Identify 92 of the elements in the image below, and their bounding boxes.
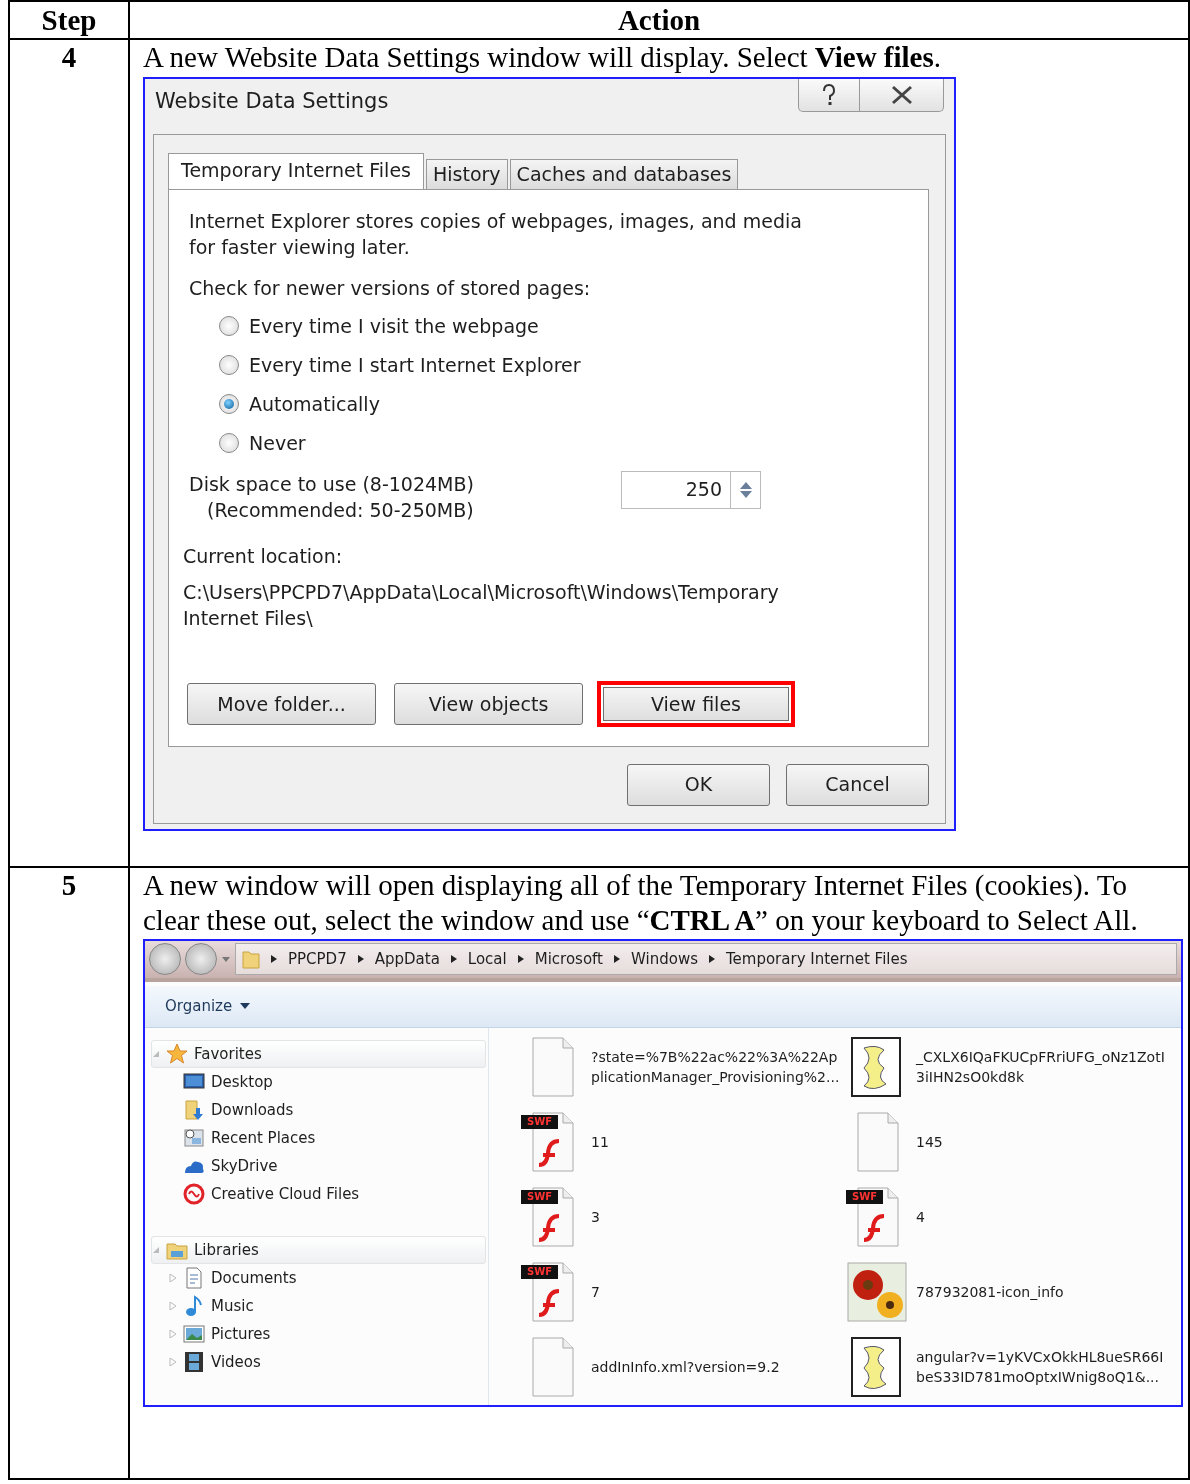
file-name: 145	[916, 1133, 943, 1153]
chevron-icon	[707, 954, 716, 965]
file-name: ?state=%7B%22ac%22%3A%22ApplicationManager_Provisioning%2...	[591, 1048, 841, 1088]
dialog-button[interactable]: View files	[597, 680, 795, 727]
chevron-icon	[613, 954, 621, 965]
file-name: _CXLX6IQaFKUCpFRriUFG_oNz1ZotI3iIHN2sO0kd8k	[916, 1048, 1166, 1088]
file-name: addInInfo.xml?version=9.2	[591, 1358, 780, 1378]
flower-image-icon	[846, 1261, 908, 1324]
music-note-icon	[183, 1294, 205, 1317]
chevron-icon	[356, 954, 365, 965]
file-name: 4	[916, 1208, 925, 1228]
hint-text: (Recommended: 50-250MB)	[206, 497, 475, 523]
chevron-icon	[516, 954, 525, 965]
file-item[interactable]: 145	[846, 1104, 1171, 1180]
breadcrumb-link[interactable]: Temporary Internet Files	[725, 950, 908, 969]
help-icon	[821, 82, 837, 107]
dialog-button[interactable]: View objects	[394, 682, 583, 725]
radio-option[interactable]: Every time I visit the webpage	[219, 306, 928, 346]
nav-item[interactable]: Videos	[151, 1347, 488, 1376]
radio-option[interactable]: Automatically	[219, 384, 928, 424]
step-number: 4	[61, 41, 77, 73]
radio-option[interactable]: Never	[219, 423, 928, 463]
field-label: Disk space to use (8-1024MB)	[189, 471, 475, 497]
file-item[interactable]: angular?v=1yKVCxOkkHL8ueSR66IbeS33ID781moOptxIWnig8oQ1&...	[846, 1329, 1171, 1405]
nav-section[interactable]: Favorites	[151, 1039, 486, 1068]
column-header: Step	[9, 1, 129, 39]
file-name: 3	[591, 1208, 600, 1228]
step-number: 5	[61, 869, 77, 901]
file-item[interactable]: 787932081-icon_info	[846, 1254, 1171, 1330]
nav-item[interactable]: Creative Cloud Files	[151, 1179, 488, 1208]
file-name: angular?v=1yKVCxOkkHL8ueSR66IbeS33ID781moOptxIWnig8oQ1&...	[916, 1348, 1165, 1388]
nav-item[interactable]: Desktop	[151, 1067, 488, 1096]
picture-icon	[183, 1322, 205, 1345]
file-name: 11	[591, 1133, 609, 1153]
window-title: Website Data Settings	[155, 88, 389, 114]
forward-button[interactable]	[185, 943, 217, 976]
column-header: Action	[129, 1, 1189, 39]
breadcrumb-link[interactable]: Windows	[631, 950, 698, 969]
up-arrow-icon	[739, 481, 752, 489]
file-type-label: SWF	[846, 1190, 884, 1205]
path-text: C:\Users\PPCPD7\AppData\Local\Microsoft\Windows\Temporary Internet Files\	[183, 579, 780, 631]
group-label: Check for newer versions of stored pages:	[189, 275, 592, 301]
nav-item[interactable]: Pictures	[151, 1319, 488, 1348]
down-arrow-icon	[739, 490, 752, 498]
star-icon	[166, 1042, 188, 1065]
file-item[interactable]: addInInfo.xml?version=9.2	[521, 1329, 846, 1405]
nav-item[interactable]: Downloads	[151, 1095, 488, 1124]
close-icon	[890, 84, 913, 105]
clock-window-icon	[183, 1126, 205, 1149]
file-name: 7	[591, 1283, 600, 1303]
swirl-logo-icon	[183, 1182, 205, 1205]
number-spinner[interactable]: 250	[621, 470, 761, 509]
file-item[interactable]: ?state=%7B%22ac%22%3A%22ApplicationManager_Provisioning%2...	[521, 1029, 846, 1105]
breadcrumb-link[interactable]: Local	[467, 950, 507, 969]
breadcrumb-link[interactable]: PPCPD7	[288, 950, 347, 969]
file-type-label: SWF	[521, 1190, 559, 1205]
dialog-button[interactable]: Cancel	[786, 763, 929, 806]
file-item[interactable]: SWF 4	[846, 1179, 1171, 1255]
breadcrumb-link[interactable]: Microsoft	[534, 950, 603, 969]
chevron-icon	[270, 954, 278, 965]
dialog-button[interactable]: OK	[627, 763, 770, 806]
nav-item[interactable]: SkyDrive	[151, 1151, 488, 1180]
file-item[interactable]: SWF 3	[521, 1179, 846, 1255]
instruction-text: A new Website Data Settings window will display. Select View files.	[143, 40, 942, 75]
file-name: 787932081-icon_info	[916, 1283, 1064, 1303]
back-button[interactable]	[149, 943, 181, 976]
caret-icon	[240, 1003, 251, 1010]
description-text: Internet Explorer stores copies of webpages, images, and media for faster viewing later.	[189, 208, 803, 260]
dialog-button[interactable]: Move folder...	[187, 682, 376, 725]
chevron-icon	[449, 954, 458, 965]
film-strip-icon	[183, 1350, 205, 1373]
instruction-text: A new window will open displaying all of the Temporary Internet Files (cookies). To clear these out, select the window and use “CTRL A” on your keyboard to Select All.	[143, 868, 1139, 938]
nav-section[interactable]: Libraries	[151, 1235, 486, 1264]
file-item[interactable]: SWF 11	[521, 1104, 846, 1180]
file-type-label: SWF	[521, 1265, 559, 1280]
file-item[interactable]: _CXLX6IQaFKUCpFRriUFG_oNz1ZotI3iIHN2sO0kd8k	[846, 1029, 1171, 1105]
tab[interactable]: History	[426, 159, 508, 189]
organize-button[interactable]: Organize	[165, 997, 251, 1016]
tab[interactable]: Temporary Internet Files	[168, 153, 424, 190]
tab[interactable]: Caches and databases	[509, 159, 739, 189]
document-icon	[183, 1266, 205, 1289]
field-label: Current location:	[183, 543, 344, 569]
nav-item[interactable]: Recent Places	[151, 1123, 488, 1152]
folder-icon	[242, 949, 260, 970]
file-item[interactable]: SWF 7	[521, 1254, 846, 1330]
radio-option[interactable]: Every time I start Internet Explorer	[219, 345, 928, 385]
file-type-label: SWF	[521, 1115, 559, 1130]
nav-item[interactable]: Documents	[151, 1263, 488, 1292]
breadcrumb-link[interactable]: AppData	[374, 950, 440, 969]
nav-item[interactable]: Music	[151, 1291, 488, 1320]
caret-icon	[221, 955, 231, 964]
download-folder-icon	[183, 1098, 205, 1121]
